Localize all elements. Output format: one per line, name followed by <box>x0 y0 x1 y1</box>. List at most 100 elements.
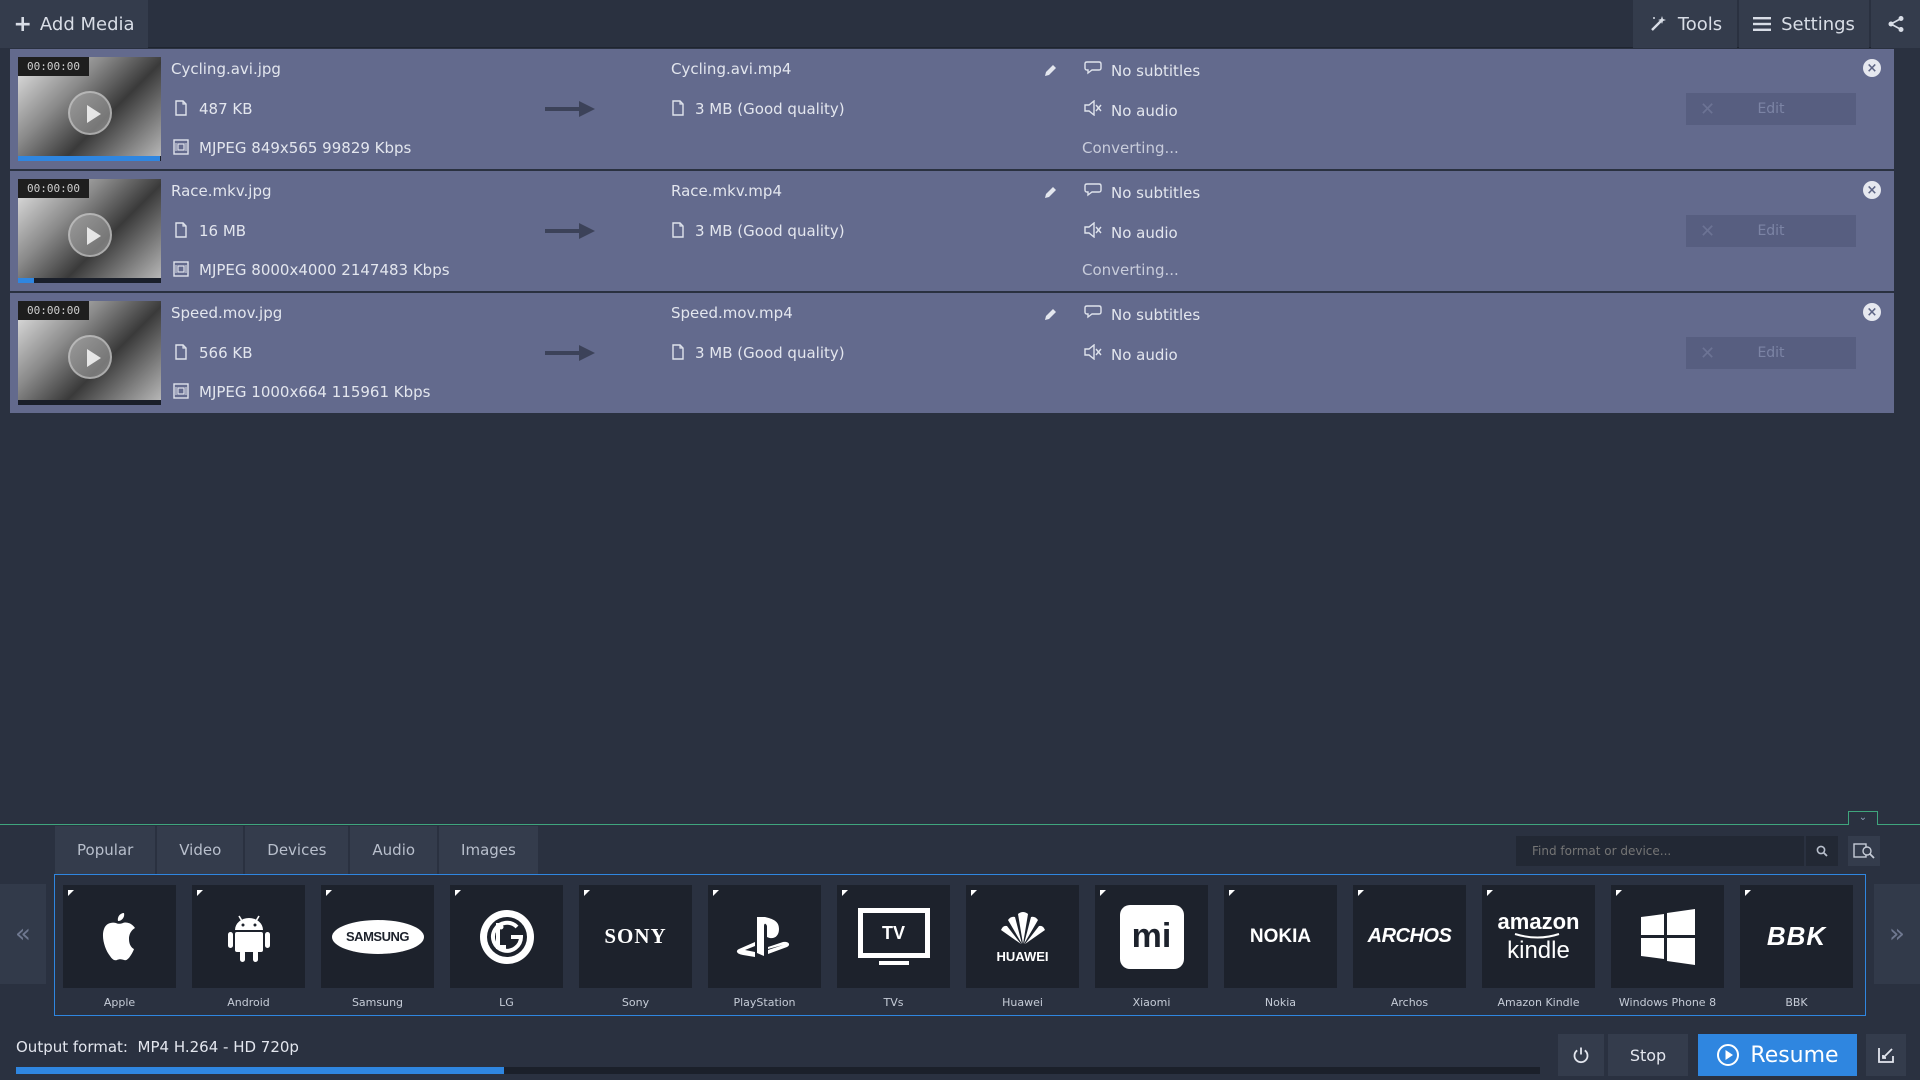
nokia-logo[interactable]: NOKIA <box>1224 885 1337 988</box>
rename-pencil-icon[interactable] <box>1042 307 1058 323</box>
device-label: Sony <box>621 996 650 1009</box>
source-file-info: MJPEG 8000x4000 2147483 Kbps <box>199 261 450 279</box>
device-preset-amazon-kindle[interactable]: amazon kindle Amazon Kindle <box>1482 885 1595 1009</box>
corner-marker-icon <box>584 890 590 896</box>
source-file-info: MJPEG 1000x664 115961 Kbps <box>199 383 431 401</box>
device-preset-sony[interactable]: SONY Sony <box>579 885 692 1009</box>
rename-pencil-icon[interactable] <box>1042 63 1058 79</box>
playstation-logo[interactable] <box>708 885 821 988</box>
device-preset-xiaomi[interactable]: mi Xiaomi <box>1095 885 1208 1009</box>
shutdown-after-button[interactable] <box>1558 1034 1604 1076</box>
remove-file-button[interactable]: × <box>1863 181 1881 199</box>
device-search-icon <box>1853 843 1875 859</box>
tab-video[interactable]: Video <box>157 826 244 874</box>
search-input[interactable] <box>1516 836 1804 866</box>
arrow-right-icon <box>545 99 595 119</box>
output-file-size[interactable]: 3 MB (Good quality) <box>695 100 845 118</box>
stop-button[interactable]: Stop <box>1608 1034 1688 1076</box>
device-preset-windows-phone-8[interactable]: Windows Phone 8 <box>1611 885 1724 1009</box>
output-file-size[interactable]: 3 MB (Good quality) <box>695 344 845 362</box>
xiaomi-logo[interactable]: mi <box>1095 885 1208 988</box>
edit-button[interactable]: ✕ Edit <box>1686 337 1856 369</box>
play-icon[interactable] <box>68 91 112 135</box>
devices-next-button[interactable]: » <box>1874 884 1920 984</box>
play-icon[interactable] <box>68 213 112 257</box>
output-format[interactable]: Output format: MP4 H.264 - HD 720p <box>16 1038 299 1056</box>
file-row[interactable]: 00:00:00 Speed.mov.jpg 566 KB MJPEG 1000… <box>10 293 1894 413</box>
collapse-panel-button[interactable]: ⌄ <box>1848 811 1878 825</box>
corner-marker-icon <box>1229 890 1235 896</box>
devices-prev-button[interactable]: « <box>0 884 46 984</box>
edit-tools-icon: ✕ <box>1700 221 1716 242</box>
video-thumbnail[interactable]: 00:00:00 <box>18 179 161 283</box>
file-row[interactable]: 00:00:00 Race.mkv.jpg 16 MB MJPEG 8000x4… <box>10 171 1894 291</box>
subtitles-select[interactable]: No subtitles <box>1111 306 1200 324</box>
file-row[interactable]: 00:00:00 Cycling.avi.jpg 487 KB MJPEG 84… <box>10 49 1894 169</box>
video-thumbnail[interactable]: 00:00:00 <box>18 301 161 405</box>
tab-images[interactable]: Images <box>439 826 538 874</box>
device-preset-huawei[interactable]: HUAWEI Huawei <box>966 885 1079 1009</box>
output-file-name: Cycling.avi.mp4 <box>671 60 792 78</box>
edit-label: Edit <box>1757 223 1785 239</box>
samsung-logo[interactable]: SAMSUNG <box>321 885 434 988</box>
rename-pencil-icon[interactable] <box>1042 185 1058 201</box>
tab-audio[interactable]: Audio <box>350 826 438 874</box>
huawei-logo[interactable]: HUAWEI <box>966 885 1079 988</box>
remove-file-button[interactable]: × <box>1863 59 1881 77</box>
android-logo[interactable] <box>192 885 305 988</box>
edit-button[interactable]: ✕ Edit <box>1686 215 1856 247</box>
windows-phone-8-logo[interactable] <box>1611 885 1724 988</box>
tools-button[interactable]: Tools <box>1633 0 1737 48</box>
tvs-logo[interactable]: TV <box>837 885 950 988</box>
audio-select[interactable]: No audio <box>1111 102 1178 120</box>
amazon-kindle-logo[interactable]: amazon kindle <box>1482 885 1595 988</box>
bottom-bar: Output format: MP4 H.264 - HD 720p Stop … <box>0 1024 1920 1080</box>
close-icon: × <box>1866 182 1878 198</box>
double-chevron-right-icon: » <box>1889 919 1905 949</box>
device-preset-apple[interactable]: Apple <box>63 885 176 1009</box>
device-label: Windows Phone 8 <box>1618 996 1717 1009</box>
tab-devices[interactable]: Devices <box>245 826 349 874</box>
format-tabs: Popular Video Devices Audio Images <box>55 826 540 874</box>
sony-logo[interactable]: SONY <box>579 885 692 988</box>
device-preset-bbk[interactable]: BBK BBK <box>1740 885 1853 1009</box>
device-preset-android[interactable]: Android <box>192 885 305 1009</box>
device-preset-playstation[interactable]: PlayStation <box>708 885 821 1009</box>
edit-button[interactable]: ✕ Edit <box>1686 93 1856 125</box>
device-label: Xiaomi <box>1132 996 1171 1009</box>
output-file-size[interactable]: 3 MB (Good quality) <box>695 222 845 240</box>
tab-popular[interactable]: Popular <box>55 826 156 874</box>
subtitles-select[interactable]: No subtitles <box>1111 184 1200 202</box>
arrow-right-icon <box>545 343 595 363</box>
archos-logo[interactable]: ARCHOS <box>1353 885 1466 988</box>
source-file-name: Race.mkv.jpg <box>171 182 272 200</box>
edit-tools-icon: ✕ <box>1700 99 1716 120</box>
audio-select[interactable]: No audio <box>1111 346 1178 364</box>
lg-logo[interactable] <box>450 885 563 988</box>
bbk-logo[interactable]: BBK <box>1740 885 1853 988</box>
device-preset-archos[interactable]: ARCHOS Archos <box>1353 885 1466 1009</box>
output-file-name: Race.mkv.mp4 <box>671 182 782 200</box>
device-preset-nokia[interactable]: NOKIA Nokia <box>1224 885 1337 1009</box>
device-preset-tvs[interactable]: TV TVs <box>837 885 950 1009</box>
subtitles-icon <box>1084 60 1102 76</box>
settings-button[interactable]: Settings <box>1739 0 1869 48</box>
device-presets: Apple Android SAMSUNG Samsung LG SONY So… <box>54 874 1866 1016</box>
device-preset-samsung[interactable]: SAMSUNG Samsung <box>321 885 434 1009</box>
share-button[interactable] <box>1871 0 1920 48</box>
search-button[interactable] <box>1806 836 1838 866</box>
tools-label: Tools <box>1677 13 1723 35</box>
open-output-folder-button[interactable] <box>1866 1034 1906 1076</box>
file-progress-fill <box>18 278 34 283</box>
video-thumbnail[interactable]: 00:00:00 <box>18 57 161 161</box>
play-icon[interactable] <box>68 335 112 379</box>
remove-file-button[interactable]: × <box>1863 303 1881 321</box>
add-media-button[interactable]: + Add Media <box>0 0 148 48</box>
apple-logo[interactable] <box>63 885 176 988</box>
device-preset-lg[interactable]: LG <box>450 885 563 1009</box>
detect-device-button[interactable] <box>1848 836 1880 866</box>
subtitles-select[interactable]: No subtitles <box>1111 62 1200 80</box>
resume-button[interactable]: Resume <box>1698 1034 1857 1076</box>
audio-select[interactable]: No audio <box>1111 224 1178 242</box>
add-media-label: Add Media <box>39 13 135 35</box>
